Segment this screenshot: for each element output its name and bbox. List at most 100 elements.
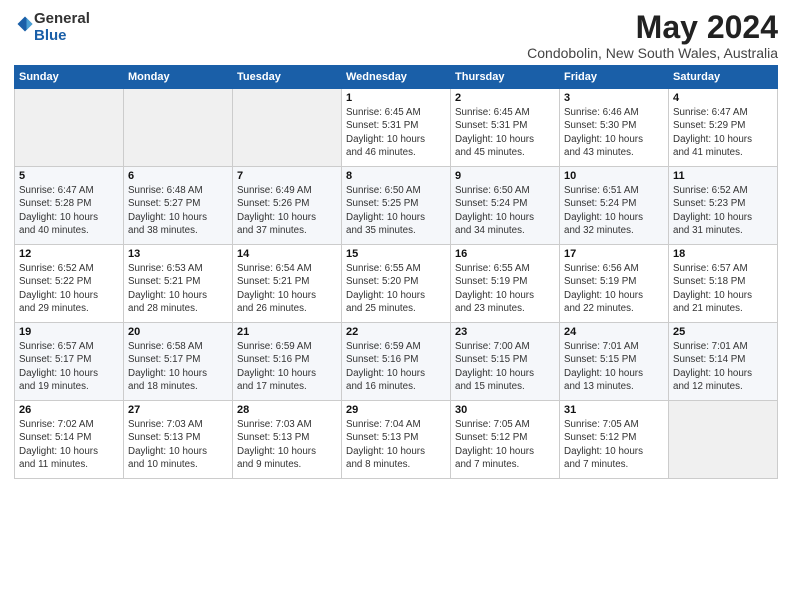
day-info: Sunrise: 6:59 AM Sunset: 5:16 PM Dayligh… [346, 340, 446, 393]
subtitle: Condobolin, New South Wales, Australia [527, 45, 778, 61]
day-info: Sunrise: 6:45 AM Sunset: 5:31 PM Dayligh… [455, 106, 555, 159]
week-row-4: 19 Sunrise: 6:57 AM Sunset: 5:17 PM Dayli… [15, 323, 778, 401]
day-number: 15 [346, 248, 446, 260]
col-saturday: Saturday [669, 66, 778, 89]
day-number: 6 [128, 170, 228, 182]
day-number: 17 [564, 248, 664, 260]
title-block: May 2024 Condobolin, New South Wales, Au… [527, 10, 778, 61]
day-info: Sunrise: 6:48 AM Sunset: 5:27 PM Dayligh… [128, 184, 228, 237]
cell-w5-d6: 31 Sunrise: 7:05 AM Sunset: 5:12 PM Dayli… [560, 401, 669, 479]
cell-w2-d7: 11 Sunrise: 6:52 AM Sunset: 5:23 PM Dayli… [669, 167, 778, 245]
day-info: Sunrise: 6:56 AM Sunset: 5:19 PM Dayligh… [564, 262, 664, 315]
cell-w1-d5: 2 Sunrise: 6:45 AM Sunset: 5:31 PM Daylig… [451, 89, 560, 167]
day-number: 21 [237, 326, 337, 338]
day-info: Sunrise: 6:54 AM Sunset: 5:21 PM Dayligh… [237, 262, 337, 315]
day-info: Sunrise: 6:57 AM Sunset: 5:17 PM Dayligh… [19, 340, 119, 393]
logo-general-text: General [34, 10, 90, 27]
day-number: 16 [455, 248, 555, 260]
cell-w1-d7: 4Sunrise: 6:47 AM Sunset: 5:29 PM Daylig… [669, 89, 778, 167]
day-number: 11 [673, 170, 773, 182]
day-info: Sunrise: 6:55 AM Sunset: 5:20 PM Dayligh… [346, 262, 446, 315]
day-info: Sunrise: 7:03 AM Sunset: 5:13 PM Dayligh… [237, 418, 337, 471]
cell-w5-d2: 27 Sunrise: 7:03 AM Sunset: 5:13 PM Dayli… [124, 401, 233, 479]
day-number: 9 [455, 170, 555, 182]
header-row: Sunday Monday Tuesday Wednesday Thursday… [15, 66, 778, 89]
day-number: 12 [19, 248, 119, 260]
cell-w1-d1 [15, 89, 124, 167]
col-thursday: Thursday [451, 66, 560, 89]
day-number: 29 [346, 404, 446, 416]
cell-w3-d2: 13Sunrise: 6:53 AM Sunset: 5:21 PM Dayli… [124, 245, 233, 323]
day-info: Sunrise: 6:45 AM Sunset: 5:31 PM Dayligh… [346, 106, 446, 159]
day-info: Sunrise: 7:00 AM Sunset: 5:15 PM Dayligh… [455, 340, 555, 393]
col-sunday: Sunday [15, 66, 124, 89]
col-wednesday: Wednesday [342, 66, 451, 89]
cell-w5-d1: 26 Sunrise: 7:02 AM Sunset: 5:14 PM Dayli… [15, 401, 124, 479]
day-number: 22 [346, 326, 446, 338]
cell-w3-d4: 15 Sunrise: 6:55 AM Sunset: 5:20 PM Dayli… [342, 245, 451, 323]
day-info: Sunrise: 6:52 AM Sunset: 5:22 PM Dayligh… [19, 262, 119, 315]
day-number: 19 [19, 326, 119, 338]
day-number: 18 [673, 248, 773, 260]
day-info: Sunrise: 6:47 AM Sunset: 5:28 PM Dayligh… [19, 184, 119, 237]
cell-w4-d2: 20Sunrise: 6:58 AM Sunset: 5:17 PM Dayli… [124, 323, 233, 401]
day-number: 3 [564, 92, 664, 104]
day-number: 24 [564, 326, 664, 338]
cell-w3-d1: 12 Sunrise: 6:52 AM Sunset: 5:22 PM Dayli… [15, 245, 124, 323]
col-tuesday: Tuesday [233, 66, 342, 89]
day-info: Sunrise: 7:05 AM Sunset: 5:12 PM Dayligh… [455, 418, 555, 471]
day-info: Sunrise: 6:49 AM Sunset: 5:26 PM Dayligh… [237, 184, 337, 237]
calendar-body: 1 Sunrise: 6:45 AM Sunset: 5:31 PM Daylig… [15, 89, 778, 479]
cell-w3-d6: 17 Sunrise: 6:56 AM Sunset: 5:19 PM Dayli… [560, 245, 669, 323]
calendar-table: Sunday Monday Tuesday Wednesday Thursday… [14, 65, 778, 479]
day-number: 2 [455, 92, 555, 104]
page: General Blue May 2024 Condobolin, New So… [0, 0, 792, 487]
day-number: 28 [237, 404, 337, 416]
week-row-3: 12 Sunrise: 6:52 AM Sunset: 5:22 PM Dayli… [15, 245, 778, 323]
day-info: Sunrise: 6:59 AM Sunset: 5:16 PM Dayligh… [237, 340, 337, 393]
day-info: Sunrise: 7:03 AM Sunset: 5:13 PM Dayligh… [128, 418, 228, 471]
logo-blue-text: Blue [34, 27, 67, 44]
day-info: Sunrise: 7:02 AM Sunset: 5:14 PM Dayligh… [19, 418, 119, 471]
cell-w2-d5: 9Sunrise: 6:50 AM Sunset: 5:24 PM Daylig… [451, 167, 560, 245]
day-info: Sunrise: 6:52 AM Sunset: 5:23 PM Dayligh… [673, 184, 773, 237]
cell-w5-d7 [669, 401, 778, 479]
week-row-5: 26 Sunrise: 7:02 AM Sunset: 5:14 PM Dayli… [15, 401, 778, 479]
day-number: 31 [564, 404, 664, 416]
week-row-1: 1 Sunrise: 6:45 AM Sunset: 5:31 PM Daylig… [15, 89, 778, 167]
cell-w5-d3: 28 Sunrise: 7:03 AM Sunset: 5:13 PM Dayli… [233, 401, 342, 479]
day-number: 30 [455, 404, 555, 416]
day-number: 27 [128, 404, 228, 416]
day-number: 14 [237, 248, 337, 260]
day-info: Sunrise: 7:01 AM Sunset: 5:15 PM Dayligh… [564, 340, 664, 393]
cell-w4-d5: 23Sunrise: 7:00 AM Sunset: 5:15 PM Dayli… [451, 323, 560, 401]
day-info: Sunrise: 6:55 AM Sunset: 5:19 PM Dayligh… [455, 262, 555, 315]
day-number: 26 [19, 404, 119, 416]
cell-w2-d3: 7 Sunrise: 6:49 AM Sunset: 5:26 PM Daylig… [233, 167, 342, 245]
cell-w2-d6: 10Sunrise: 6:51 AM Sunset: 5:24 PM Dayli… [560, 167, 669, 245]
cell-w2-d4: 8 Sunrise: 6:50 AM Sunset: 5:25 PM Daylig… [342, 167, 451, 245]
day-info: Sunrise: 7:01 AM Sunset: 5:14 PM Dayligh… [673, 340, 773, 393]
day-info: Sunrise: 7:04 AM Sunset: 5:13 PM Dayligh… [346, 418, 446, 471]
day-number: 7 [237, 170, 337, 182]
cell-w4-d7: 25Sunrise: 7:01 AM Sunset: 5:14 PM Dayli… [669, 323, 778, 401]
cell-w2-d1: 5 Sunrise: 6:47 AM Sunset: 5:28 PM Daylig… [15, 167, 124, 245]
cell-w4-d3: 21 Sunrise: 6:59 AM Sunset: 5:16 PM Dayli… [233, 323, 342, 401]
day-number: 5 [19, 170, 119, 182]
cell-w1-d3 [233, 89, 342, 167]
day-number: 1 [346, 92, 446, 104]
cell-w4-d4: 22 Sunrise: 6:59 AM Sunset: 5:16 PM Dayli… [342, 323, 451, 401]
day-info: Sunrise: 6:58 AM Sunset: 5:17 PM Dayligh… [128, 340, 228, 393]
day-info: Sunrise: 7:05 AM Sunset: 5:12 PM Dayligh… [564, 418, 664, 471]
cell-w3-d5: 16 Sunrise: 6:55 AM Sunset: 5:19 PM Dayli… [451, 245, 560, 323]
day-info: Sunrise: 6:50 AM Sunset: 5:25 PM Dayligh… [346, 184, 446, 237]
cell-w1-d4: 1 Sunrise: 6:45 AM Sunset: 5:31 PM Daylig… [342, 89, 451, 167]
calendar-header: Sunday Monday Tuesday Wednesday Thursday… [15, 66, 778, 89]
day-info: Sunrise: 6:46 AM Sunset: 5:30 PM Dayligh… [564, 106, 664, 159]
day-info: Sunrise: 6:53 AM Sunset: 5:21 PM Dayligh… [128, 262, 228, 315]
day-number: 10 [564, 170, 664, 182]
day-number: 8 [346, 170, 446, 182]
logo: General Blue [14, 10, 90, 45]
cell-w2-d2: 6 Sunrise: 6:48 AM Sunset: 5:27 PM Daylig… [124, 167, 233, 245]
week-row-2: 5 Sunrise: 6:47 AM Sunset: 5:28 PM Daylig… [15, 167, 778, 245]
